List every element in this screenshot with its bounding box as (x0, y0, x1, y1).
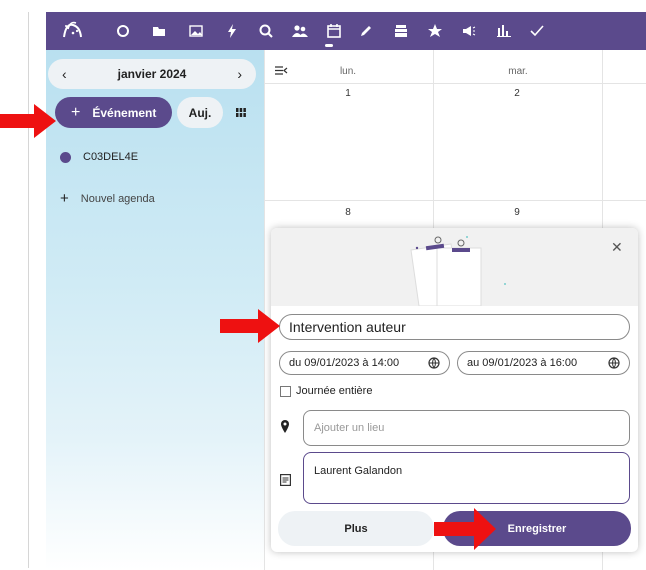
annotation-arrow-icon (220, 309, 280, 343)
grid-line (264, 83, 646, 84)
globe-icon[interactable] (608, 357, 620, 369)
bolt-icon[interactable] (219, 12, 245, 50)
notes-textarea[interactable]: Laurent Galandon (303, 452, 630, 504)
left-border-line (28, 12, 29, 568)
notes-icon (280, 474, 291, 486)
start-datetime-value: du 09/01/2023 à 14:00 (289, 357, 400, 369)
app-toolbar (46, 12, 646, 50)
grid-view-icon[interactable] (236, 108, 246, 117)
plus-icon: + (60, 190, 69, 207)
today-button[interactable]: Auj. (177, 97, 223, 128)
pencil-icon[interactable] (353, 12, 379, 50)
globe-icon[interactable] (428, 357, 440, 369)
new-calendar-button[interactable]: + Nouvel agenda (60, 190, 155, 207)
megaphone-icon[interactable] (456, 12, 482, 50)
day-header-tue: mar. (508, 66, 528, 77)
calendar-name: C03DEL4E (83, 151, 139, 163)
month-label: janvier 2024 (117, 67, 187, 81)
annotation-arrow-icon (434, 508, 496, 550)
check-icon[interactable] (524, 12, 550, 50)
annotation-arrow-icon (0, 104, 56, 138)
notes-text: Laurent Galandon (314, 465, 403, 477)
bar-chart-icon[interactable] (491, 12, 517, 50)
calendar-list-item[interactable]: C03DEL4E (60, 151, 138, 163)
location-input[interactable]: Ajouter un lieu (303, 410, 630, 446)
month-navigator: ‹ janvier 2024 › (48, 59, 256, 89)
popup-header-illustration (271, 228, 638, 307)
more-button[interactable]: Plus (278, 511, 434, 546)
day-header-mon: lun. (339, 66, 357, 77)
grid-line (264, 200, 646, 201)
image-icon[interactable] (183, 12, 209, 50)
active-tab-indicator (325, 44, 333, 47)
app-logo-icon[interactable] (56, 12, 90, 50)
end-datetime-field[interactable]: au 09/01/2023 à 16:00 (457, 351, 630, 375)
new-event-label: Événement (92, 105, 157, 120)
circle-icon[interactable] (110, 12, 136, 50)
stack-icon[interactable] (388, 12, 414, 50)
clipboard-illustration (410, 236, 506, 307)
plus-icon: + (71, 103, 81, 121)
day-cell-number[interactable]: 9 (497, 207, 537, 218)
next-month-button[interactable]: › (237, 66, 242, 82)
folder-icon[interactable] (146, 12, 172, 50)
event-title-input[interactable]: Intervention auteur (279, 314, 630, 340)
new-calendar-label: Nouvel agenda (80, 192, 155, 205)
all-day-checkbox[interactable] (280, 385, 291, 397)
contacts-icon[interactable] (287, 12, 313, 50)
day-cell-number[interactable]: 1 (328, 88, 368, 99)
new-event-button[interactable]: + Événement (55, 97, 172, 128)
start-datetime-field[interactable]: du 09/01/2023 à 14:00 (279, 351, 450, 375)
all-day-toggle[interactable]: Journée entière (280, 385, 372, 397)
end-datetime-value: au 09/01/2023 à 16:00 (467, 357, 578, 369)
screenshot-frame: ‹ janvier 2024 › + Événement Auj. C03DEL… (0, 0, 646, 570)
location-pin-icon (281, 420, 289, 433)
day-cell-number[interactable]: 2 (497, 88, 537, 99)
prev-month-button[interactable]: ‹ (62, 66, 67, 82)
all-day-label: Journée entière (296, 385, 373, 397)
list-toggle-icon[interactable] (275, 64, 288, 78)
event-popup: ✕ Intervention auteur du 09/01/2023 à 14… (271, 228, 638, 552)
star-icon[interactable] (422, 12, 448, 50)
day-cell-number[interactable]: 8 (328, 207, 368, 218)
close-icon[interactable]: ✕ (611, 239, 623, 256)
search-icon[interactable] (253, 12, 279, 50)
calendar-color-dot (60, 151, 71, 163)
